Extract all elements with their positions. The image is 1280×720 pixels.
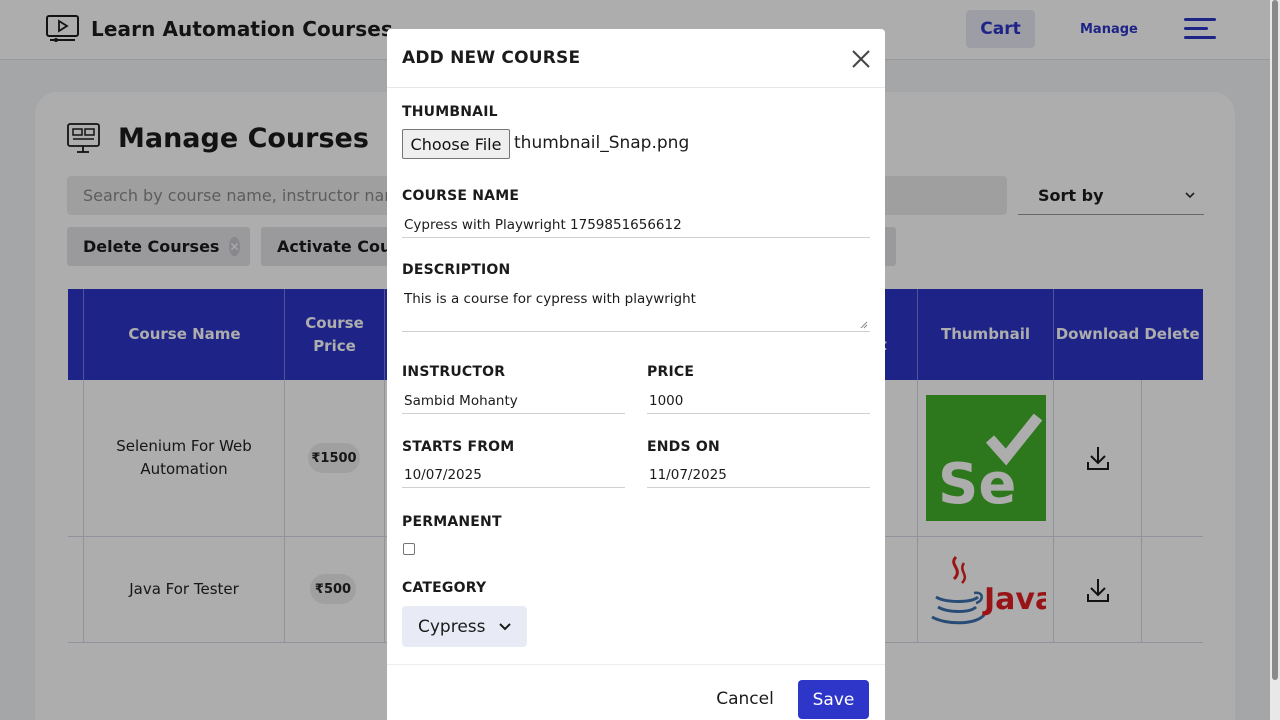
modal-footer-divider: [387, 664, 885, 665]
close-icon[interactable]: [849, 47, 873, 71]
add-course-modal: ADD NEW COURSE THUMBNAIL Choose File thu…: [387, 29, 885, 720]
permanent-label: PERMANENT: [402, 514, 502, 530]
ends-on-input[interactable]: 11/07/2025: [647, 465, 870, 488]
description-text: This is a course for cypress with playwr…: [404, 291, 696, 307]
category-value: Cypress: [418, 616, 486, 637]
description-label: DESCRIPTION: [402, 262, 511, 278]
starts-from-label: STARTS FROM: [402, 439, 515, 455]
instructor-label: INSTRUCTOR: [402, 364, 506, 380]
description-textarea[interactable]: This is a course for cypress with playwr…: [402, 287, 870, 332]
cancel-button[interactable]: Cancel: [704, 681, 786, 717]
modal-header: ADD NEW COURSE: [387, 29, 885, 88]
ends-on-label: ENDS ON: [647, 439, 720, 455]
category-label: CATEGORY: [402, 580, 487, 596]
price-label: PRICE: [647, 364, 695, 380]
course-name-label: COURSE NAME: [402, 188, 520, 204]
price-input[interactable]: 1000: [647, 391, 870, 414]
selected-file-name: thumbnail_Snap.png: [514, 133, 690, 153]
save-button[interactable]: Save: [798, 680, 869, 719]
permanent-checkbox[interactable]: [403, 543, 415, 555]
resize-grip-icon[interactable]: [860, 321, 868, 329]
chevron-down-icon: [498, 623, 511, 631]
thumbnail-label: THUMBNAIL: [402, 104, 498, 120]
starts-from-input[interactable]: 10/07/2025: [402, 465, 625, 488]
instructor-input[interactable]: Sambid Mohanty: [402, 391, 625, 414]
scrollbar-thumb[interactable]: [1272, 0, 1278, 680]
course-name-input[interactable]: Cypress with Playwright 1759851656612: [402, 215, 870, 238]
choose-file-button[interactable]: Choose File: [402, 129, 510, 159]
modal-title: ADD NEW COURSE: [402, 48, 581, 68]
category-select[interactable]: Cypress: [402, 606, 527, 647]
